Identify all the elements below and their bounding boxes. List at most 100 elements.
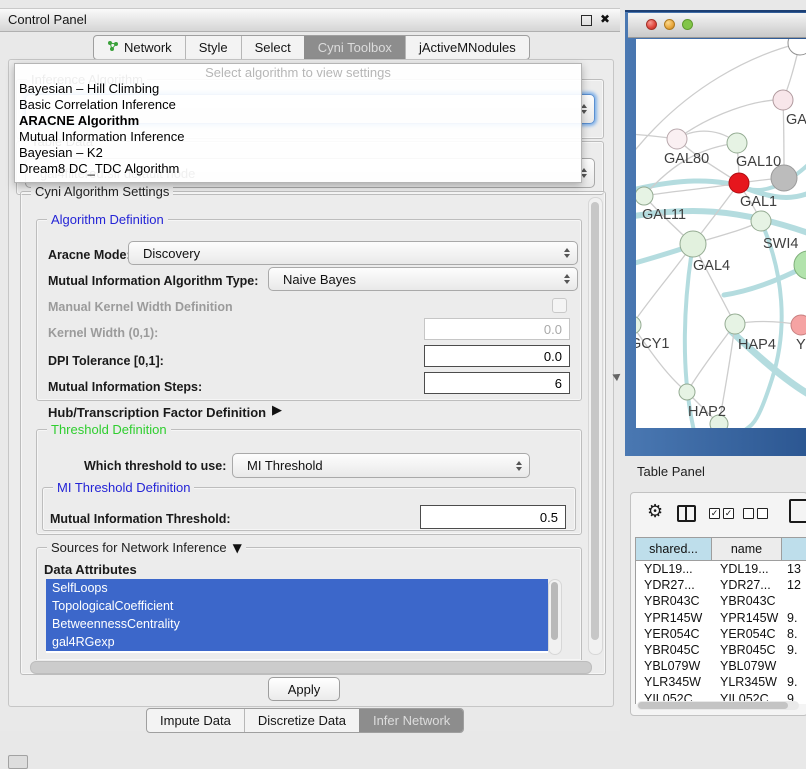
table-cell: YIL052C <box>636 691 712 702</box>
mi-steps-field[interactable]: 6 <box>424 372 570 394</box>
network-node-gal1[interactable] <box>729 173 749 193</box>
which-threshold-value: MI Threshold <box>247 458 323 473</box>
attribute-item[interactable]: TopologicalCoefficient <box>46 597 548 615</box>
table-cell: 8. <box>782 626 806 642</box>
network-window-titlebar[interactable] <box>628 13 806 38</box>
table-row[interactable]: YDR27...YDR27...12 <box>636 577 806 593</box>
close-traffic-light-icon[interactable] <box>646 19 657 30</box>
table-cell <box>782 658 806 674</box>
table-row[interactable]: YBL079WYBL079W <box>636 658 806 674</box>
expander-collapsed-icon[interactable]: ▶ <box>272 403 282 418</box>
algorithm-option[interactable]: Basic Correlation Inference <box>15 97 581 113</box>
tab-network[interactable]: Network <box>94 36 185 59</box>
attributes-list-scrollbar[interactable] <box>548 579 562 655</box>
table-cell: YBL079W <box>712 658 782 674</box>
table-row[interactable]: YIL052CYIL052C9 <box>636 691 806 702</box>
control-panel-title: Control Panel <box>8 12 87 27</box>
network-node-y[interactable] <box>791 315 806 335</box>
page-icon[interactable] <box>789 499 806 523</box>
kernel-width-field[interactable]: 0.0 <box>424 318 570 340</box>
minimize-traffic-light-icon[interactable] <box>664 19 675 30</box>
network-node[interactable] <box>788 39 806 55</box>
algorithm-option[interactable]: Mutual Information Inference <box>15 129 581 145</box>
network-node[interactable] <box>794 251 806 279</box>
settings-horizontal-scrollbar[interactable] <box>30 661 592 674</box>
attribute-item[interactable]: SelfLoops <box>46 579 548 597</box>
table-cell: YBR045C <box>712 642 782 658</box>
spinner-up-down-icon <box>564 248 570 258</box>
attribute-item[interactable]: BetweennessCentrality <box>46 615 548 633</box>
algorithm-option[interactable]: Bayesian – Hill Climbing <box>15 81 581 97</box>
network-node-swi4[interactable] <box>751 211 771 231</box>
table-cell: YER054C <box>636 626 712 642</box>
aracne-mode-label: Aracne Mode: <box>48 248 131 262</box>
manual-kernel-width-checkbox[interactable] <box>552 298 567 313</box>
table-cell: YLR345W <box>712 674 782 690</box>
gear-icon[interactable]: ⚙ <box>647 501 663 522</box>
table-cell: 9. <box>782 642 806 658</box>
table-cell: YIL052C <box>712 691 782 702</box>
table-row[interactable]: YPR145WYPR145W9. <box>636 610 806 626</box>
column-header[interactable]: name <box>712 538 782 561</box>
panel-toggle-button[interactable] <box>8 755 28 769</box>
threshold-definition-title: Threshold Definition <box>47 422 171 437</box>
settings-vertical-scrollbar[interactable] <box>588 197 603 655</box>
algorithm-option[interactable]: Dream8 DC_TDC Algorithm <box>15 161 581 177</box>
network-node-label: HAP2 <box>688 404 726 420</box>
algorithm-option[interactable]: Bayesian – K2 <box>15 145 581 161</box>
cyni-algorithm-settings-title: Cyni Algorithm Settings <box>31 184 173 199</box>
table-cell: 13 <box>782 561 806 577</box>
apply-button[interactable]: Apply <box>268 677 340 701</box>
zoom-traffic-light-icon[interactable] <box>682 19 693 30</box>
table-row[interactable]: YDL19...YDL19...13 <box>636 561 806 577</box>
network-node-label: GAL80 <box>664 151 709 167</box>
split-columns-icon[interactable] <box>677 505 696 522</box>
hub-definition-label[interactable]: Hub/Transcription Factor Definition <box>48 405 266 420</box>
network-node-hap4[interactable] <box>725 314 745 334</box>
network-node-gal10[interactable] <box>727 133 747 153</box>
network-canvas[interactable]: GALGAL80GAL10GAL1GAL11SWI4GAL4GCY1HAP4YH… <box>636 39 806 428</box>
attribute-item[interactable]: gal4RGexp <box>46 633 548 651</box>
bottom-tab-impute-data[interactable]: Impute Data <box>147 709 244 732</box>
bottom-tab-discretize-data[interactable]: Discretize Data <box>244 709 359 732</box>
table-cell: YDL19... <box>636 561 712 577</box>
network-node-gcy1[interactable] <box>636 316 641 334</box>
tab-select[interactable]: Select <box>241 36 304 59</box>
mi-algorithm-type-combobox[interactable]: Naive Bayes <box>268 267 578 291</box>
mi-threshold-label: Mutual Information Threshold: <box>50 512 231 526</box>
network-node-gal4[interactable] <box>680 231 706 257</box>
column-header[interactable] <box>782 538 806 561</box>
tab-cyni-toolbox[interactable]: Cyni Toolbox <box>304 36 405 59</box>
dpi-tolerance-field[interactable]: 0.0 <box>424 345 570 367</box>
bottom-tab-infer-network[interactable]: Infer Network <box>359 709 463 732</box>
tab-label: jActiveMNodules <box>419 36 516 59</box>
table-cell: 9. <box>782 610 806 626</box>
unchecked-columns-icon[interactable] <box>743 508 768 519</box>
table-row[interactable]: YLR345WYLR345W9. <box>636 674 806 690</box>
table-row[interactable]: YBR043CYBR043C <box>636 593 806 609</box>
table-horizontal-scrollbar[interactable] <box>637 701 799 710</box>
float-window-icon[interactable] <box>581 15 592 26</box>
aracne-mode-combobox[interactable]: Discovery <box>128 241 578 265</box>
expander-expanded-icon[interactable]: ▼ <box>233 541 242 555</box>
network-node-hap2[interactable] <box>679 384 695 400</box>
network-node-label: GAL1 <box>740 194 777 210</box>
network-node-gal[interactable] <box>773 90 793 110</box>
close-icon[interactable]: ✖ <box>600 12 610 26</box>
network-node-label: HAP4 <box>738 337 776 353</box>
which-threshold-combobox[interactable]: MI Threshold <box>232 453 530 478</box>
data-attributes-list[interactable]: SelfLoopsTopologicalCoefficientBetweenne… <box>46 579 548 653</box>
algorithm-option[interactable]: ARACNE Algorithm <box>15 113 581 129</box>
spinner-up-down-icon <box>564 274 570 284</box>
network-graph: GALGAL80GAL10GAL1GAL11SWI4GAL4GCY1HAP4YH… <box>636 39 806 428</box>
column-header[interactable]: shared... <box>636 538 712 561</box>
network-node-label: Y <box>796 337 806 353</box>
network-node-gal80[interactable] <box>667 129 687 149</box>
mi-threshold-field[interactable]: 0.5 <box>420 505 566 529</box>
table-row[interactable]: YBR045CYBR045C9. <box>636 642 806 658</box>
table-row[interactable]: YER054CYER054C8. <box>636 626 806 642</box>
checked-columns-icon[interactable]: ✓✓ <box>709 508 734 519</box>
tab-style[interactable]: Style <box>185 36 241 59</box>
tab-jactivemnodules[interactable]: jActiveMNodules <box>405 36 529 59</box>
network-node-gal11[interactable] <box>636 187 653 205</box>
